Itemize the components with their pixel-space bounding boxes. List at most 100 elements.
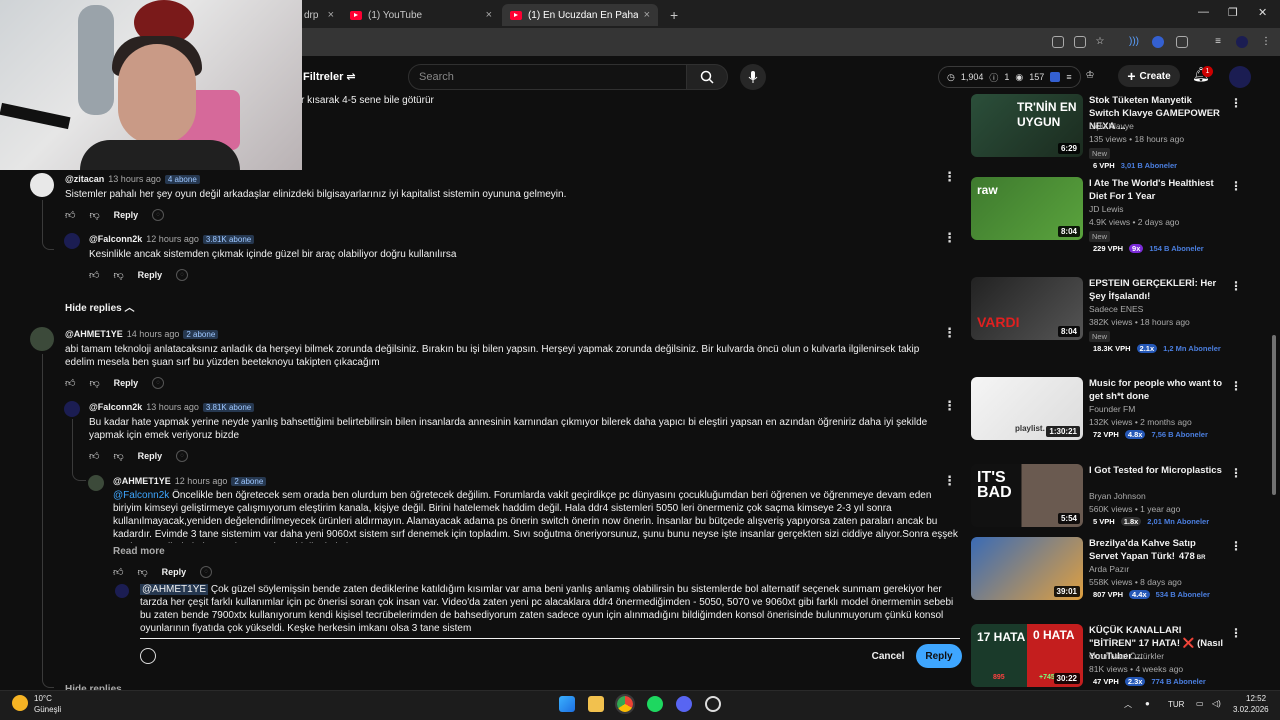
video-thumbnail[interactable]: 17 HATA 0 HATA 895 +745 30:22 [971, 624, 1083, 687]
scrollbar[interactable] [1272, 335, 1276, 495]
extension-stats[interactable]: ◷ 1,904 ⓘ 1 ◉ 157 ≡ [938, 66, 1081, 88]
more-options-icon[interactable]: ⋮ [943, 231, 956, 244]
more-options-icon[interactable]: ⋮ [1230, 466, 1242, 480]
video-thumbnail[interactable]: IT'S BAD 5:54 [971, 464, 1083, 527]
emoji-icon[interactable] [140, 648, 156, 664]
start-icon[interactable] [559, 696, 575, 712]
language-indicator[interactable]: TUR [1168, 700, 1184, 709]
create-button[interactable]: + Create [1118, 65, 1180, 87]
avatar[interactable] [64, 233, 80, 249]
read-more-button[interactable]: Read more [113, 546, 165, 557]
media-icon[interactable]: ≡ [1212, 36, 1224, 48]
avatar[interactable] [30, 327, 54, 351]
thumbs-up-icon[interactable]: 👍︎ [65, 209, 75, 221]
channel-name[interactable]: Founder FM [1089, 404, 1135, 414]
obs-icon[interactable] [705, 696, 721, 712]
filters-button[interactable]: Filtreler ⇌ [303, 70, 356, 83]
more-options-icon[interactable]: ⋮ [943, 170, 956, 183]
weather-desc[interactable]: Güneşli [34, 705, 61, 714]
reply-button[interactable]: Reply [138, 451, 163, 461]
bookmark-star-icon[interactable]: ☆ [1094, 36, 1106, 48]
thumbs-up-icon[interactable]: 👍︎ [89, 269, 99, 281]
avatar[interactable] [88, 475, 104, 491]
thumbs-down-icon[interactable]: 👎︎ [137, 566, 147, 578]
video-thumbnail[interactable]: VARDI 8:04 [971, 277, 1083, 340]
new-tab-button[interactable]: + [662, 4, 686, 26]
clock-date[interactable]: 3.02.2026 [1233, 705, 1269, 714]
search-button[interactable] [686, 64, 728, 90]
video-title[interactable]: I Ate The World's Healthiest Diet For 1 … [1089, 177, 1224, 203]
more-options-icon[interactable]: ⋮ [1230, 96, 1242, 110]
reply-button[interactable]: Reply [114, 210, 139, 220]
channel-name[interactable]: Onur Naci Öztürkler [1089, 651, 1164, 661]
tab-youtube[interactable]: (1) YouTube × [342, 4, 500, 26]
restore-icon[interactable]: ❐ [1228, 6, 1238, 19]
thumbs-down-icon[interactable]: 👎︎ [89, 209, 99, 221]
more-options-icon[interactable]: ⋮ [943, 474, 956, 487]
mention-chip[interactable]: @AHMET1YE [140, 584, 209, 595]
more-options-icon[interactable]: ⋮ [1230, 539, 1242, 553]
window-close-icon[interactable]: ✕ [1258, 6, 1267, 19]
reply-button[interactable]: Reply [162, 567, 187, 577]
translate-icon[interactable]: ◌ [200, 566, 213, 578]
chrome-icon[interactable] [615, 694, 635, 714]
translate-icon[interactable]: ◌ [152, 377, 165, 389]
video-title[interactable]: EPSTEIN GERÇEKLERİ: Her Şey İfşalandı! [1089, 277, 1224, 303]
video-thumbnail[interactable]: 39:01 [971, 537, 1083, 600]
close-icon[interactable]: × [644, 9, 650, 21]
thumbs-down-icon[interactable]: 👎︎ [89, 377, 99, 389]
video-title[interactable]: Brezilya'da Kahve Satıp Servet Yapan Tür… [1089, 537, 1224, 565]
thumbs-up-icon[interactable]: 👍︎ [89, 450, 99, 462]
trophy-icon[interactable]: ♔ [1084, 70, 1096, 82]
spotify-icon[interactable] [647, 696, 663, 712]
video-thumbnail[interactable]: playlist. 1:30:21 [971, 377, 1083, 440]
close-icon[interactable]: × [486, 9, 492, 21]
channel-name[interactable]: Bryan Johnson [1089, 491, 1146, 501]
more-options-icon[interactable]: ⋮ [1230, 179, 1242, 193]
more-options-icon[interactable]: ⋮ [1230, 626, 1242, 640]
video-thumbnail[interactable]: raw 8:04 [971, 177, 1083, 240]
clock-time[interactable]: 12:52 [1246, 694, 1266, 703]
profile-icon[interactable] [1236, 36, 1248, 48]
translate-icon[interactable]: ◌ [176, 269, 189, 281]
avatar[interactable] [30, 173, 54, 197]
avatar[interactable] [64, 401, 80, 417]
network-icon[interactable]: ▭ [1196, 699, 1204, 708]
submit-reply-button[interactable]: Reply [916, 644, 962, 668]
close-icon[interactable]: × [328, 9, 334, 21]
discord-icon[interactable] [676, 696, 692, 712]
channel-name[interactable]: Sadece ENES [1089, 304, 1143, 314]
thumbs-down-icon[interactable]: 👎︎ [113, 450, 123, 462]
weather-icon[interactable] [12, 695, 28, 711]
avatar[interactable] [1229, 66, 1251, 88]
voice-search-button[interactable] [740, 64, 766, 90]
video-title[interactable]: I Got Tested for Microplastics [1089, 464, 1224, 477]
menu-icon[interactable]: ⋮ [1260, 36, 1272, 48]
thumbs-down-icon[interactable]: 👎︎ [113, 269, 123, 281]
thumbs-up-icon[interactable]: 👍︎ [113, 566, 123, 578]
channel-name[interactable]: JD Lewis [1089, 204, 1123, 214]
more-options-icon[interactable]: ⋮ [1230, 279, 1242, 293]
extension-icon[interactable]: ))) [1128, 36, 1140, 48]
hide-replies-button[interactable]: Hide replies ︿ [65, 299, 134, 314]
video-title[interactable]: Music for people who want to get sh*t do… [1089, 377, 1224, 403]
thumbs-up-icon[interactable]: 👍︎ [65, 377, 75, 389]
chevron-up-icon[interactable]: ︿ [1124, 699, 1132, 710]
reply-textarea[interactable]: @AHMET1YE Çok güzel söylemişsin bende za… [140, 583, 958, 637]
more-options-icon[interactable]: ⋮ [1230, 379, 1242, 393]
search-input[interactable]: Search [408, 64, 687, 90]
more-options-icon[interactable]: ⋮ [943, 326, 956, 339]
translate-icon[interactable]: ◌ [176, 450, 189, 462]
channel-name[interactable]: Arda Pazır [1089, 564, 1129, 574]
reply-button[interactable]: Reply [114, 378, 139, 388]
volume-icon[interactable]: ◁) [1212, 699, 1221, 708]
minimize-icon[interactable]: — [1198, 6, 1209, 18]
reply-button[interactable]: Reply [138, 270, 163, 280]
tab-current-video[interactable]: (1) En Ucuzdan En Pahalıya: Sız × [502, 4, 658, 26]
more-options-icon[interactable]: ⋮ [943, 399, 956, 412]
cancel-button[interactable]: Cancel [868, 646, 908, 666]
video-thumbnail[interactable]: TR'NİN EN UYGUN 6:29 [971, 94, 1083, 157]
extension-icon[interactable] [1152, 36, 1164, 48]
mic-tray-icon[interactable]: ● [1145, 699, 1150, 708]
translate-icon[interactable]: ◌ [152, 209, 165, 221]
